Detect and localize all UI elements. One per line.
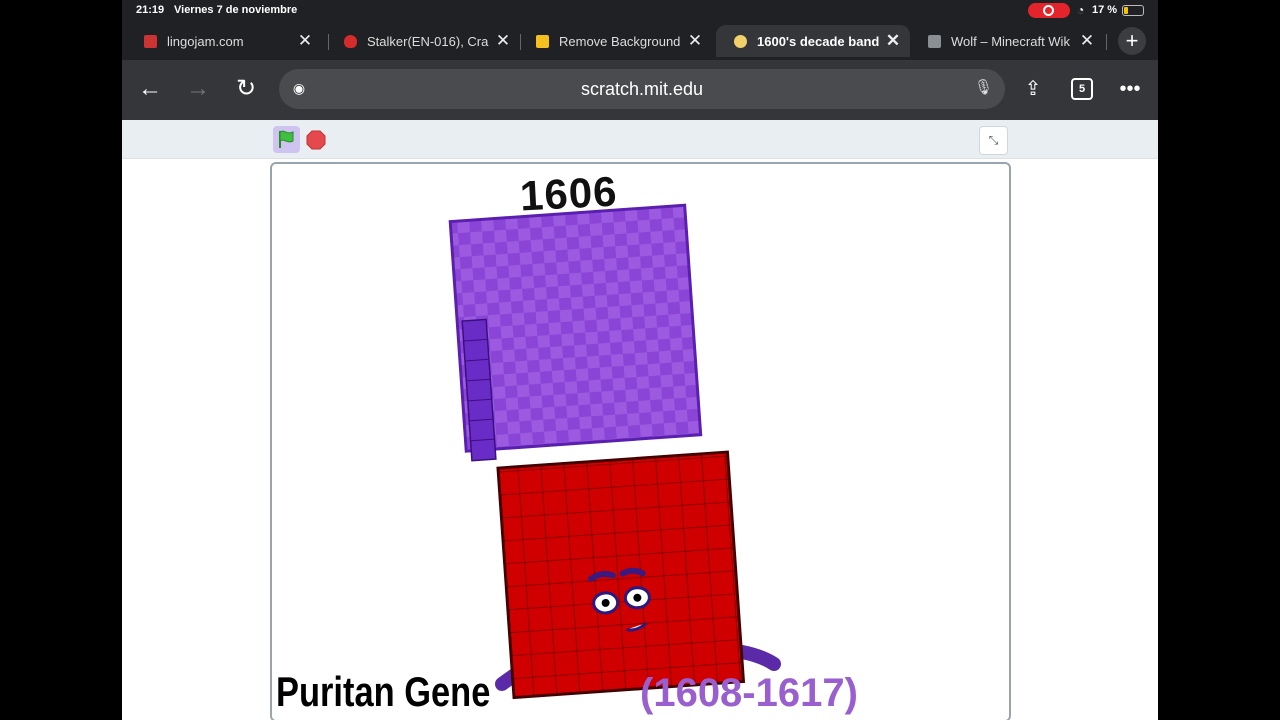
favicon-icon	[144, 34, 157, 48]
stage-controls: ⤡	[122, 120, 1158, 159]
red-block	[496, 450, 746, 700]
green-flag-icon	[279, 130, 294, 148]
forward-button[interactable]: →	[182, 74, 214, 106]
share-icon[interactable]: ⇪	[1017, 74, 1049, 106]
address-bar[interactable]: ◉ scratch.mit.edu 🎙	[279, 69, 1005, 109]
project-stage: 1606 Puritan Gene (1608-1617)	[270, 162, 1011, 720]
tablet-screen: 21:19 Viernes 7 de noviembre ◔ 17 % ling…	[122, 0, 1158, 720]
favicon-icon	[928, 34, 941, 48]
tab-switcher-button[interactable]: 5	[1071, 78, 1093, 100]
battery-percent: 17 %	[1092, 4, 1118, 16]
purple-block	[448, 203, 703, 462]
battery-icon	[1122, 5, 1144, 16]
more-menu-icon[interactable]: •••	[1114, 74, 1146, 106]
back-button[interactable]: ←	[134, 74, 166, 106]
tab-title: lingojam.com	[167, 33, 244, 49]
tab-strip: lingojam.com ✕ Stalker(EN-016), Cra ✕ Re…	[122, 22, 1158, 60]
reload-button[interactable]: ↻	[230, 74, 262, 106]
tab-1600s-decade-band[interactable]: 1600's decade band ✕	[716, 25, 910, 57]
screen-record-icon	[1028, 3, 1070, 18]
caption-text: Puritan Gene	[276, 668, 491, 715]
favicon-icon	[734, 34, 747, 48]
close-icon[interactable]: ✕	[492, 31, 514, 51]
tab-title: 1600's decade band	[757, 33, 880, 49]
status-date: Viernes 7 de noviembre	[174, 4, 298, 16]
status-time: 21:19	[136, 4, 165, 16]
stage-artwork	[448, 203, 781, 700]
stop-icon	[306, 130, 326, 150]
close-icon[interactable]: ✕	[882, 31, 904, 51]
scratch-page: ⤡ 1606 Puritan Gene (1608-1617)	[122, 120, 1158, 720]
tab-remove-background[interactable]: Remove Background ✕	[518, 25, 712, 57]
tab-title: Wolf – Minecraft Wik	[951, 33, 1070, 49]
url-text: scratch.mit.edu	[580, 79, 704, 99]
new-tab-button[interactable]: +	[1118, 27, 1146, 55]
exit-fullscreen-button[interactable]: ⤡	[979, 126, 1008, 155]
tab-lingojam[interactable]: lingojam.com ✕	[126, 25, 322, 57]
microphone-icon[interactable]: 🎙	[974, 78, 993, 96]
stop-button[interactable]	[306, 130, 326, 155]
green-flag-button[interactable]	[273, 126, 300, 153]
wifi-icon: ◔	[1077, 3, 1085, 17]
close-icon[interactable]: ✕	[684, 31, 706, 51]
favicon-icon	[536, 34, 549, 48]
close-icon[interactable]: ✕	[1076, 31, 1098, 51]
browser-toolbar: ← → ↻ ◉ scratch.mit.edu 🎙 ⇪ 5 •••	[122, 60, 1158, 120]
tab-title: Remove Background	[559, 33, 681, 49]
favicon-icon	[344, 34, 357, 48]
year-range-text: (1608-1617)	[640, 671, 858, 715]
block-number-label: 1606	[518, 167, 619, 220]
close-icon[interactable]: ✕	[294, 31, 316, 51]
status-bar: 21:19 Viernes 7 de noviembre ◔ 17 %	[122, 0, 1158, 20]
tab-wolf-minecraft[interactable]: Wolf – Minecraft Wik ✕	[910, 25, 1104, 57]
tab-title: Stalker(EN-016), Cra	[367, 33, 489, 49]
tab-stalker[interactable]: Stalker(EN-016), Cra ✕	[326, 25, 520, 57]
